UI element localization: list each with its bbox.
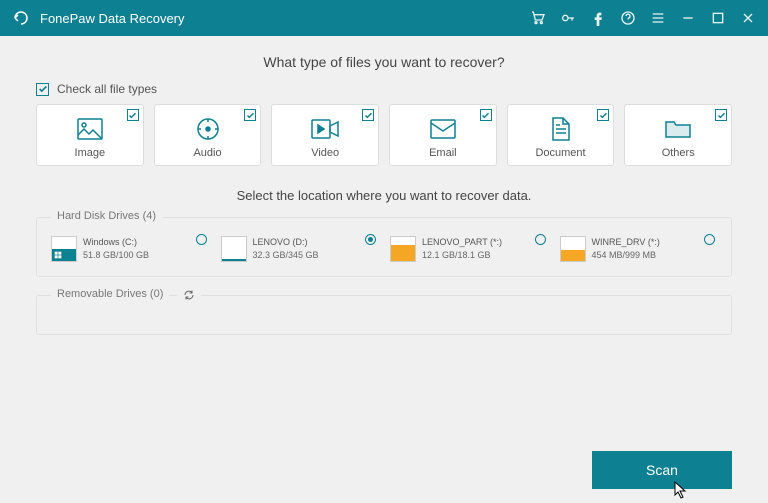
file-type-label: Audio — [161, 147, 255, 159]
drive-radio[interactable] — [535, 234, 546, 245]
document-icon — [514, 115, 608, 143]
file-type-email[interactable]: Email — [389, 104, 497, 166]
titlebar-icons — [530, 10, 756, 26]
cart-icon[interactable] — [530, 10, 546, 26]
drive-icon — [390, 236, 416, 262]
drive-size: 51.8 GB/100 GB — [83, 249, 149, 262]
refresh-icon[interactable] — [177, 288, 201, 306]
check-all-checkbox[interactable] — [36, 83, 49, 96]
check-all-row[interactable]: Check all file types — [36, 82, 732, 96]
file-type-video[interactable]: Video — [271, 104, 379, 166]
file-type-checkbox[interactable] — [597, 109, 609, 121]
image-icon — [43, 115, 137, 143]
help-icon[interactable] — [620, 10, 636, 26]
file-type-checkbox[interactable] — [127, 109, 139, 121]
close-icon[interactable] — [740, 10, 756, 26]
scan-button[interactable]: Scan — [592, 451, 732, 489]
file-type-label: Email — [396, 147, 490, 159]
menu-icon[interactable] — [650, 10, 666, 26]
drive-info: LENOVO (D:)32.3 GB/345 GB — [253, 236, 319, 261]
file-type-checkbox[interactable] — [480, 109, 492, 121]
file-type-checkbox[interactable] — [362, 109, 374, 121]
windows-badge-icon — [52, 249, 64, 261]
drive-info: Windows (C:)51.8 GB/100 GB — [83, 236, 149, 261]
drive-item[interactable]: LENOVO_PART (*:)12.1 GB/18.1 GB — [390, 236, 548, 262]
drive-name: LENOVO_PART (*:) — [422, 236, 502, 249]
key-icon[interactable] — [560, 10, 576, 26]
drive-size: 12.1 GB/18.1 GB — [422, 249, 502, 262]
file-type-checkbox[interactable] — [715, 109, 727, 121]
drive-radio[interactable] — [196, 234, 207, 245]
file-type-document[interactable]: Document — [507, 104, 615, 166]
hard-drives-group: Hard Disk Drives (4) Windows (C:)51.8 GB… — [36, 217, 732, 277]
file-type-label: Others — [631, 147, 725, 159]
drive-icon — [51, 236, 77, 262]
file-type-label: Video — [278, 147, 372, 159]
facebook-icon[interactable] — [590, 10, 606, 26]
file-type-audio[interactable]: Audio — [154, 104, 262, 166]
drive-item[interactable]: Windows (C:)51.8 GB/100 GB — [51, 236, 209, 262]
main-content: What type of files you want to recover? … — [0, 36, 768, 363]
app-logo-icon — [12, 9, 30, 27]
drive-item[interactable]: LENOVO (D:)32.3 GB/345 GB — [221, 236, 379, 262]
drive-name: Windows (C:) — [83, 236, 149, 249]
check-all-label: Check all file types — [57, 82, 157, 96]
maximize-icon[interactable] — [710, 10, 726, 26]
file-type-others[interactable]: Others — [624, 104, 732, 166]
audio-icon — [161, 115, 255, 143]
app-title: FonePaw Data Recovery — [40, 11, 530, 26]
drive-size: 32.3 GB/345 GB — [253, 249, 319, 262]
minimize-icon[interactable] — [680, 10, 696, 26]
drive-radio[interactable] — [704, 234, 715, 245]
drive-name: WINRE_DRV (*:) — [592, 236, 660, 249]
file-type-checkbox[interactable] — [244, 109, 256, 121]
drive-icon — [560, 236, 586, 262]
file-type-image[interactable]: Image — [36, 104, 144, 166]
removable-drives-group: Removable Drives (0) — [36, 295, 732, 335]
removable-drives-title: Removable Drives (0) — [51, 288, 169, 300]
drive-name: LENOVO (D:) — [253, 236, 319, 249]
file-type-heading: What type of files you want to recover? — [36, 54, 732, 70]
drive-radio[interactable] — [365, 234, 376, 245]
folder-icon — [631, 115, 725, 143]
file-type-label: Document — [514, 147, 608, 159]
email-icon — [396, 115, 490, 143]
drive-info: WINRE_DRV (*:)454 MB/999 MB — [592, 236, 660, 261]
drive-icon — [221, 236, 247, 262]
location-heading: Select the location where you want to re… — [36, 188, 732, 203]
drive-item[interactable]: WINRE_DRV (*:)454 MB/999 MB — [560, 236, 718, 262]
footer: Scan — [592, 451, 732, 489]
video-icon — [278, 115, 372, 143]
file-type-label: Image — [43, 147, 137, 159]
drive-info: LENOVO_PART (*:)12.1 GB/18.1 GB — [422, 236, 502, 261]
drives-row: Windows (C:)51.8 GB/100 GB LENOVO (D:)32.… — [51, 236, 717, 262]
file-types-row: Image Audio Video Email Document Others — [36, 104, 732, 166]
titlebar: FonePaw Data Recovery — [0, 0, 768, 36]
hard-drives-title: Hard Disk Drives (4) — [51, 210, 162, 222]
drive-size: 454 MB/999 MB — [592, 249, 660, 262]
